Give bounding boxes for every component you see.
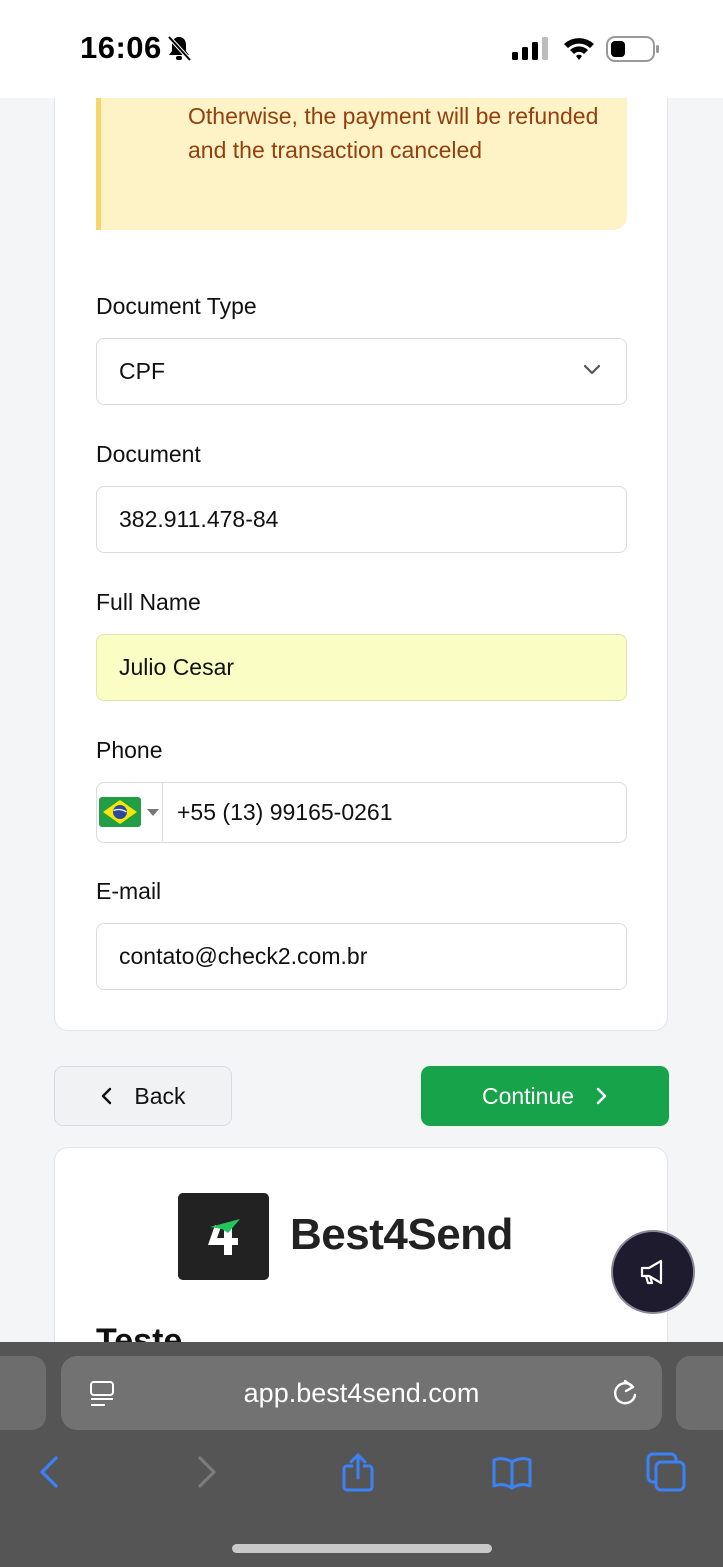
phone-value: +55 (13) 99165-0261 bbox=[177, 799, 393, 825]
email-label: E-mail bbox=[96, 878, 162, 904]
previous-tab-preview[interactable] bbox=[0, 1356, 46, 1430]
continue-button[interactable]: Continue bbox=[421, 1066, 669, 1126]
best4send-logo-icon bbox=[178, 1193, 269, 1280]
email-value: contato@check2.com.br bbox=[119, 943, 368, 969]
document-type-value: CPF bbox=[119, 358, 165, 384]
document-type-label: Document Type bbox=[96, 293, 257, 319]
back-label: Back bbox=[134, 1082, 186, 1109]
battery-icon bbox=[606, 36, 659, 62]
email-input[interactable]: contato@check2.com.br bbox=[96, 923, 627, 990]
home-indicator bbox=[232, 1544, 492, 1553]
status-time: 16:06 bbox=[80, 30, 162, 65]
full-name-label: Full Name bbox=[96, 589, 201, 615]
address-bar[interactable]: app.best4send.com bbox=[61, 1356, 662, 1430]
back-button[interactable]: Back bbox=[54, 1066, 232, 1126]
announcement-button[interactable] bbox=[611, 1230, 695, 1314]
cellular-signal-icon bbox=[512, 37, 548, 60]
bookmarks-icon[interactable] bbox=[492, 1452, 532, 1492]
country-selector[interactable] bbox=[97, 783, 163, 841]
chevron-right-icon bbox=[596, 1087, 607, 1105]
bell-slash-icon bbox=[167, 35, 192, 62]
tabs-icon[interactable] bbox=[646, 1452, 686, 1492]
full-name-input[interactable]: Julio Cesar bbox=[96, 634, 627, 701]
document-input[interactable]: 382.911.478-84 bbox=[96, 486, 627, 553]
document-type-select[interactable]: CPF bbox=[96, 338, 627, 405]
status-bar: 16:06 bbox=[0, 0, 723, 98]
document-value: 382.911.478-84 bbox=[119, 506, 279, 532]
brand-logo-text: Best4Send bbox=[290, 1210, 513, 1259]
address-url: app.best4send.com bbox=[243, 1378, 480, 1408]
phone-label: Phone bbox=[96, 737, 163, 763]
forward-arrow-icon[interactable] bbox=[186, 1452, 226, 1492]
next-tab-preview[interactable] bbox=[676, 1356, 723, 1430]
chevron-down-icon bbox=[583, 364, 601, 375]
brazil-flag-icon bbox=[99, 797, 141, 827]
caret-down-icon bbox=[147, 809, 159, 816]
back-arrow-icon[interactable] bbox=[30, 1452, 70, 1492]
chevron-left-icon bbox=[102, 1087, 112, 1105]
wifi-icon bbox=[564, 38, 594, 60]
full-name-value: Julio Cesar bbox=[119, 654, 235, 680]
reload-icon[interactable] bbox=[611, 1378, 639, 1408]
document-label: Document bbox=[96, 441, 201, 467]
share-icon[interactable] bbox=[338, 1452, 378, 1492]
megaphone-icon bbox=[640, 1259, 663, 1285]
phone-input[interactable]: +55 (13) 99165-0261 bbox=[96, 782, 627, 843]
continue-label: Continue bbox=[481, 1082, 575, 1109]
warning-text: Otherwise, the payment will be refunded … bbox=[188, 103, 599, 163]
browser-toolbar: app.best4send.com bbox=[0, 1342, 723, 1567]
